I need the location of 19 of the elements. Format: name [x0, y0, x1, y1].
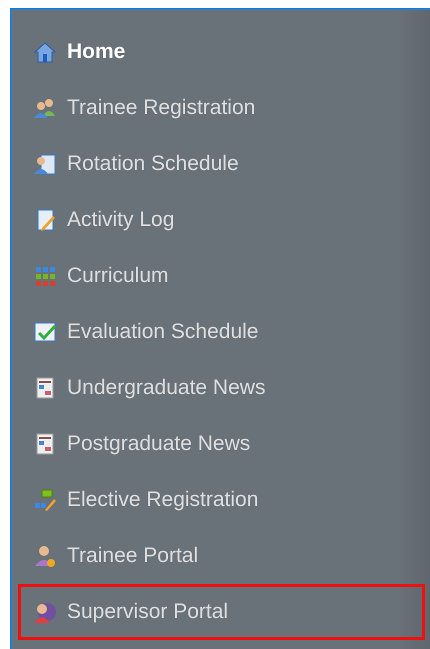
person-badge-icon [33, 544, 57, 568]
menu-item[interactable]: Trainee Portal [18, 528, 425, 584]
menu-item[interactable]: Undergraduate News [18, 360, 425, 416]
menu-item[interactable]: Curriculum [18, 248, 425, 304]
menu-item[interactable]: Trainee Registration [18, 80, 425, 136]
menu-item[interactable]: Rotation Schedule [18, 136, 425, 192]
menu-item[interactable]: Postgraduate News [18, 416, 425, 472]
menu-item[interactable]: Activity Log [18, 192, 425, 248]
person-globe-icon [33, 600, 57, 624]
house-icon [33, 40, 57, 64]
menu-item[interactable]: Supervisor Portal [18, 584, 425, 640]
diagram-pencil-icon [33, 488, 57, 512]
menu-item[interactable]: Elective Registration [18, 472, 425, 528]
menu-item[interactable]: Home [18, 24, 425, 80]
menu-item[interactable]: Evaluation Schedule [18, 304, 425, 360]
checklist-icon [33, 320, 57, 344]
users-icon [33, 96, 57, 120]
person-schedule-icon [33, 152, 57, 176]
grid-icon [33, 264, 57, 288]
